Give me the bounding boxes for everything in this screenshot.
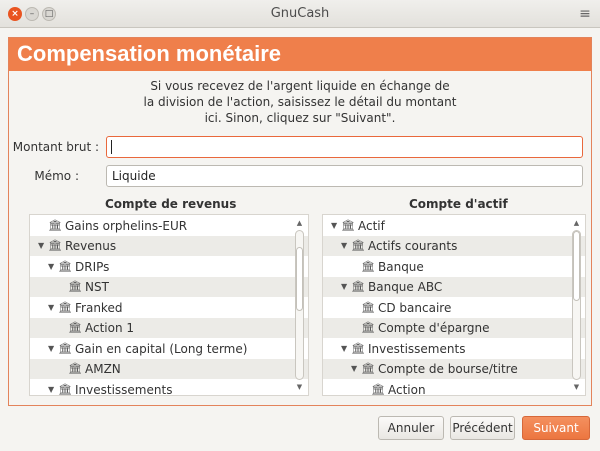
account-icon: 🏛 <box>58 382 72 396</box>
scrollbar[interactable]: ▲ ▼ <box>571 218 582 392</box>
tree-row[interactable]: ▼ 🏛 Revenus <box>30 235 308 256</box>
account-name: Gains orphelins-EUR <box>65 218 188 233</box>
scrollbar-thumb[interactable] <box>296 247 303 311</box>
account-name: Compte d'épargne <box>378 321 490 335</box>
amount-label: Montant brut : <box>12 140 99 154</box>
tree-row[interactable]: ▼ 🏛 Investissements <box>30 379 308 396</box>
account-icon: 🏛 <box>341 218 355 232</box>
expander-icon[interactable]: ▼ <box>48 339 58 359</box>
asset-tree-title: Compte d'actif <box>409 197 508 211</box>
account-name: Revenus <box>65 239 117 253</box>
memo-value: Liquide <box>112 169 156 183</box>
cancel-button[interactable]: Annuler <box>378 416 444 440</box>
account-name: Gain en capital (Long terme) <box>75 341 248 356</box>
tree-row[interactable]: ▼ 🏛 Gain en capital (Long terme) <box>30 338 308 359</box>
assistant-page: Compensation monétaire Si vous recevez d… <box>8 37 592 406</box>
account-icon: 🏛 <box>361 362 375 375</box>
instruction-line: Si vous recevez de l'argent liquide en é… <box>150 79 450 93</box>
expander-icon[interactable]: ▼ <box>38 236 48 256</box>
memo-field[interactable]: Liquide <box>106 165 583 187</box>
tree-row[interactable]: 🏛 Compte d'épargne <box>323 317 585 338</box>
account-name: CD bancaire <box>378 300 452 315</box>
tree-row[interactable]: 🏛 Banque <box>323 256 585 277</box>
account-icon: 🏛 <box>361 300 375 314</box>
scrollbar[interactable]: ▲ ▼ <box>294 218 305 392</box>
tree-row[interactable]: 🏛 Action <box>323 379 585 396</box>
scroll-down-icon[interactable]: ▼ <box>571 382 582 392</box>
window-title: GnuCash <box>270 6 330 21</box>
account-name: Investissements <box>368 341 466 356</box>
tree-row[interactable]: ▼ 🏛 Actifs courants <box>323 235 585 256</box>
tree-row[interactable]: ▼ 🏛 Banque ABC <box>323 276 585 297</box>
account-name: Action <box>388 382 426 396</box>
text-caret <box>111 140 112 154</box>
income-account-tree[interactable]: 🏛 Gains orphelins-EUR ▼ 🏛 Revenus ▼ 🏛 DRIPs 🏛 NST… <box>29 214 309 396</box>
expander-icon[interactable]: ▼ <box>341 277 351 297</box>
tree-row[interactable]: 🏛 NST <box>30 276 308 297</box>
tree-row[interactable]: ▼ 🏛 Investissements <box>323 338 585 359</box>
memo-label: Mémo : <box>34 169 79 183</box>
account-icon: 🏛 <box>48 239 62 252</box>
account-name: Actifs courants <box>368 239 458 253</box>
instruction-line: la division de l'action, saisissez le dé… <box>143 95 457 109</box>
expander-icon[interactable]: ▼ <box>341 339 351 359</box>
scrollbar-thumb[interactable] <box>573 231 580 301</box>
account-icon: 🏛 <box>58 259 72 273</box>
account-icon: 🏛 <box>351 239 365 252</box>
account-icon: 🏛 <box>68 280 82 293</box>
account-icon: 🏛 <box>68 362 82 375</box>
amount-field[interactable] <box>106 136 583 158</box>
account-name: Banque <box>378 259 424 274</box>
account-icon: 🏛 <box>351 341 365 355</box>
tree-row[interactable]: ▼ 🏛 Franked <box>30 297 308 318</box>
tree-row[interactable]: 🏛 CD bancaire <box>323 297 585 318</box>
expander-icon[interactable]: ▼ <box>48 380 58 396</box>
account-icon: 🏛 <box>58 300 72 314</box>
gnucash-window: × – □ GnuCash ≡ Compensation monétaire S… <box>0 0 600 451</box>
account-name: Actif <box>358 218 385 233</box>
account-name: Franked <box>75 300 123 315</box>
account-icon: 🏛 <box>351 280 365 293</box>
account-name: Banque ABC <box>368 280 443 294</box>
expander-icon[interactable]: ▼ <box>48 298 58 318</box>
account-icon: 🏛 <box>361 259 375 273</box>
account-icon: 🏛 <box>48 218 62 232</box>
instructions: Si vous recevez de l'argent liquide en é… <box>9 78 591 126</box>
scrollbar-track[interactable] <box>295 230 304 380</box>
scrollbar-track[interactable] <box>572 230 581 380</box>
scroll-down-icon[interactable]: ▼ <box>294 382 305 392</box>
expander-icon[interactable]: ▼ <box>341 236 351 256</box>
tree-row[interactable]: ▼ 🏛 Actif <box>323 215 585 236</box>
income-tree-title: Compte de revenus <box>105 197 237 211</box>
tree-row[interactable]: 🏛 AMZN <box>30 358 308 379</box>
page-title: Compensation monétaire <box>9 38 591 71</box>
title-bar: × – □ GnuCash ≡ <box>0 0 600 28</box>
account-icon: 🏛 <box>371 382 385 396</box>
account-name: Investissements <box>75 382 173 396</box>
account-name: NST <box>85 280 109 294</box>
account-name: AMZN <box>85 362 121 376</box>
account-name: Compte de bourse/titre <box>378 362 518 376</box>
asset-account-tree[interactable]: ▼ 🏛 Actif ▼ 🏛 Actifs courants 🏛 Banque ▼ 🏛 Banque … <box>322 214 586 396</box>
instruction-line: ici. Sinon, cliquez sur "Suivant". <box>204 111 396 125</box>
expander-icon[interactable]: ▼ <box>331 216 341 236</box>
account-icon: 🏛 <box>361 321 375 334</box>
menu-icon[interactable]: ≡ <box>576 5 594 23</box>
scroll-up-icon[interactable]: ▲ <box>294 218 305 228</box>
account-icon: 🏛 <box>58 341 72 355</box>
scroll-up-icon[interactable]: ▲ <box>571 218 582 228</box>
expander-icon[interactable]: ▼ <box>351 359 361 379</box>
tree-row[interactable]: 🏛 Action 1 <box>30 317 308 338</box>
account-name: Action 1 <box>85 321 135 335</box>
account-name: DRIPs <box>75 259 110 274</box>
tree-row[interactable]: 🏛 Gains orphelins-EUR <box>30 215 308 236</box>
tree-row[interactable]: ▼ 🏛 DRIPs <box>30 256 308 277</box>
expander-icon[interactable]: ▼ <box>48 257 58 277</box>
account-icon: 🏛 <box>68 321 82 334</box>
tree-row[interactable]: ▼ 🏛 Compte de bourse/titre <box>323 358 585 379</box>
previous-button[interactable]: Précédent <box>450 416 515 440</box>
next-button[interactable]: Suivant <box>522 416 590 440</box>
